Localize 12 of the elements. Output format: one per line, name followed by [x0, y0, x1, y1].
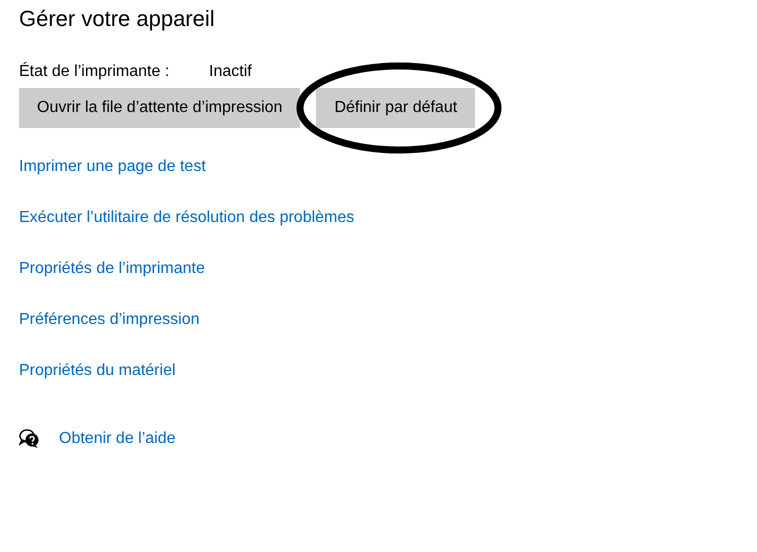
- page-title: Gérer votre appareil: [19, 5, 216, 33]
- settings-link[interactable]: Propriétés de l’imprimante: [19, 260, 205, 277]
- settings-link[interactable]: Propriétés du matériel: [19, 362, 176, 379]
- status-value: Inactif: [209, 62, 252, 82]
- settings-link[interactable]: Préférences d’impression: [19, 311, 200, 328]
- settings-link[interactable]: Imprimer une page de test: [19, 158, 206, 175]
- action-button[interactable]: Définir par défaut: [316, 88, 476, 128]
- status-label: État de l’imprimante :: [19, 61, 170, 82]
- help-link[interactable]: Obtenir de l’aide: [59, 428, 176, 450]
- settings-link[interactable]: Exécuter l’utilitaire de résolution des problèmes: [19, 209, 354, 226]
- action-button[interactable]: Ouvrir la file d’attente d’impression: [19, 88, 300, 128]
- chat-help-icon: [19, 429, 40, 449]
